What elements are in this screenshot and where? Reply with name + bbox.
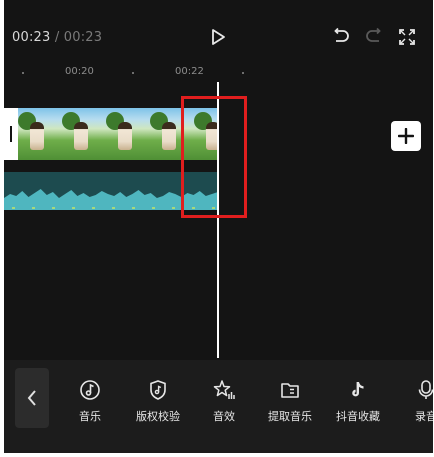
back-button[interactable] <box>15 368 49 428</box>
beat-marker <box>172 207 175 209</box>
music-note-icon <box>80 380 100 400</box>
tool-copyright-check[interactable]: 版权校验 <box>128 378 188 424</box>
undo-icon <box>334 27 349 42</box>
tool-record[interactable]: 录音 <box>396 378 433 424</box>
thumbnail-person <box>30 122 44 150</box>
ruler-dot <box>132 72 134 74</box>
time-display: 00:23 / 00:23 <box>12 30 102 45</box>
video-thumbnail <box>16 108 60 160</box>
thumbnail-person <box>162 122 176 150</box>
redo-button[interactable] <box>361 24 387 50</box>
beat-marker <box>12 207 15 209</box>
play-button[interactable] <box>205 24 231 50</box>
tool-music[interactable]: 音乐 <box>60 378 120 424</box>
redo-icon <box>366 27 381 42</box>
beat-marker <box>52 207 55 209</box>
trim-handle-grip <box>10 126 12 142</box>
ruler-dot <box>242 72 244 74</box>
tool-label: 抖音收藏 <box>336 410 380 423</box>
clip-trim-handle[interactable] <box>4 108 18 160</box>
audio-toolbar: 音乐 版权校验 音效 提取音乐 抖音收藏 录音 <box>4 360 433 453</box>
tool-label: 版权校验 <box>136 410 180 423</box>
microphone-icon <box>418 380 433 399</box>
tiktok-icon <box>352 382 364 397</box>
undo-button[interactable] <box>328 24 354 50</box>
ruler-dot <box>22 72 24 74</box>
timeline-ruler: 00:20 00:22 <box>4 64 433 82</box>
ruler-tick-label: 00:22 <box>175 66 204 77</box>
beat-marker <box>72 207 75 209</box>
sound-effect-star-icon <box>213 380 235 399</box>
play-icon <box>212 29 225 45</box>
annotation-highlight-box <box>181 96 247 218</box>
video-thumbnail <box>104 108 148 160</box>
tool-sound-effects[interactable]: 音效 <box>194 378 254 424</box>
current-time: 00:23 <box>12 30 51 45</box>
beat-marker <box>32 207 35 209</box>
beat-marker <box>132 207 135 209</box>
beat-marker <box>112 207 115 209</box>
copyright-shield-icon <box>150 380 166 400</box>
add-clip-button[interactable] <box>391 121 421 151</box>
tool-extract-music[interactable]: 提取音乐 <box>260 378 320 424</box>
video-thumbnail <box>60 108 104 160</box>
video-editor-screen: 00:23 / 00:23 00:20 00:22 音乐 版权校验 音效 提取音… <box>4 0 433 453</box>
tool-label: 提取音乐 <box>268 410 312 423</box>
fullscreen-button[interactable] <box>394 24 420 50</box>
top-bar: 00:23 / 00:23 <box>4 20 433 56</box>
total-time: 00:23 <box>63 30 103 45</box>
tool-douyin-favorites[interactable]: 抖音收藏 <box>328 378 388 424</box>
plus-icon <box>398 128 414 144</box>
tool-label: 音乐 <box>79 410 101 423</box>
thumbnail-person <box>118 122 132 150</box>
thumbnail-person <box>74 122 88 150</box>
folder-extract-icon <box>281 383 299 398</box>
beat-marker <box>152 207 155 209</box>
time-separator: / <box>54 30 60 45</box>
chevron-left-icon <box>27 390 36 406</box>
ruler-tick-label: 00:20 <box>65 66 94 77</box>
tool-label: 录音 <box>415 410 433 423</box>
beat-marker <box>92 207 95 209</box>
fullscreen-icon <box>399 29 415 45</box>
tool-label: 音效 <box>213 410 235 423</box>
